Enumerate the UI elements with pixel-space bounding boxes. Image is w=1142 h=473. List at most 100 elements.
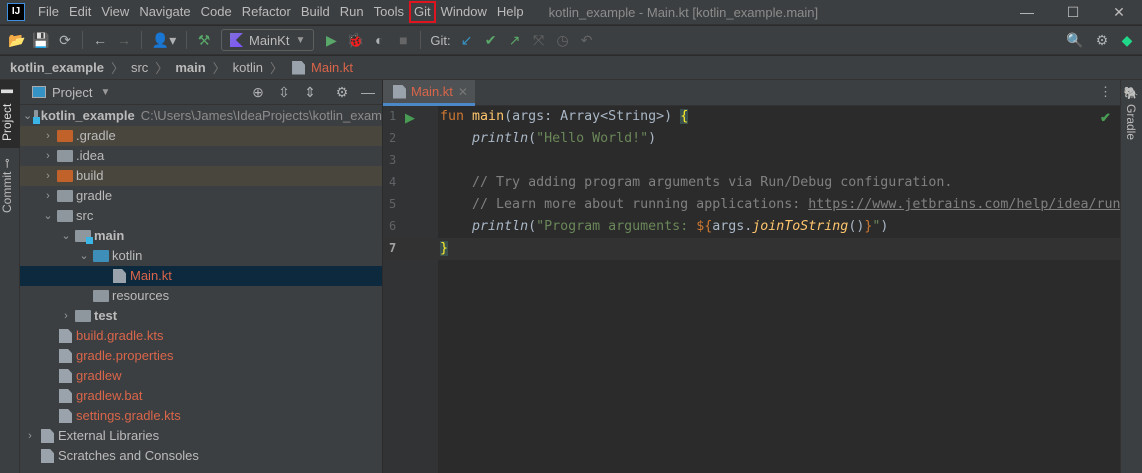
line-number: 6 — [389, 219, 397, 233]
menu-window[interactable]: Window — [436, 1, 492, 23]
menu-run[interactable]: Run — [335, 1, 369, 23]
tree-item[interactable]: resources — [20, 286, 382, 306]
menu-git[interactable]: Git — [408, 1, 436, 23]
close-button[interactable]: ✕ — [1096, 0, 1142, 25]
tree-item[interactable]: Main.kt — [20, 266, 382, 286]
code-line-6[interactable]: println("Program arguments: ${args.joinT… — [440, 216, 888, 238]
right-tool-strip: 🐘 Gradle — [1120, 80, 1142, 473]
build-hammer-icon[interactable]: ⚒ — [192, 28, 216, 52]
git-merge-icon[interactable]: ⤧ — [527, 28, 551, 52]
minimize-button[interactable]: — — [1004, 0, 1050, 25]
menu-refactor[interactable]: Refactor — [237, 1, 296, 23]
tree-item[interactable]: gradlew — [20, 366, 382, 386]
divider — [420, 31, 422, 49]
caret-row — [383, 238, 1120, 260]
tree-item[interactable]: › test — [20, 306, 382, 326]
tree-item[interactable]: gradlew.bat — [20, 386, 382, 406]
tab-commit[interactable]: Commit ⊸ — [0, 156, 20, 216]
tab-project[interactable]: Project ▬ — [0, 80, 20, 148]
locate-icon[interactable]: ⊕ — [246, 80, 270, 104]
code-line-7[interactable]: } — [440, 238, 449, 260]
code-line-2[interactable]: println("Hello World!") — [440, 128, 656, 150]
tree-item[interactable]: › External Libraries — [20, 426, 382, 446]
menu-code[interactable]: Code — [196, 1, 237, 23]
user-dropdown-icon[interactable]: 👤▾ — [147, 28, 181, 52]
divider — [186, 31, 187, 49]
more-icon[interactable]: ⋮ — [1099, 84, 1112, 100]
code-line-5[interactable]: // Learn more about running applications… — [440, 194, 1120, 216]
git-rollback-icon[interactable]: ↶ — [575, 28, 599, 52]
sync-icon[interactable]: ⟳ — [53, 28, 77, 52]
project-panel-header: Project ▼ ⊕ ⇳ ⇕ ⚙ — — [20, 80, 382, 105]
tab-gradle[interactable]: 🐘 Gradle — [1124, 86, 1138, 140]
project-panel-title[interactable]: Project — [52, 85, 92, 100]
tab-main-kt[interactable]: Main.kt ✕ — [383, 80, 475, 106]
tree-item[interactable]: › .gradle — [20, 126, 382, 146]
tree-item[interactable]: › build — [20, 166, 382, 186]
code-line-1[interactable]: fun main(args: Array<String>) { — [440, 106, 689, 128]
git-push-icon[interactable]: ↗ — [503, 28, 527, 52]
menu-build[interactable]: Build — [296, 1, 335, 23]
save-icon[interactable]: 💾 — [29, 28, 53, 52]
coverage-icon[interactable]: ◐ — [367, 28, 391, 52]
menu-view[interactable]: View — [96, 1, 134, 23]
chevron-down-icon[interactable]: ▼ — [100, 87, 110, 98]
tree-item[interactable]: › gradle — [20, 186, 382, 206]
forward-icon[interactable]: → — [112, 28, 136, 52]
file-icon — [59, 409, 72, 423]
stop-icon[interactable]: ■ — [391, 28, 415, 52]
breadcrumb-project[interactable]: kotlin_example — [10, 60, 104, 75]
menu-navigate[interactable]: Navigate — [134, 1, 195, 23]
run-icon[interactable]: ▶ — [319, 28, 343, 52]
git-history-icon[interactable]: ◷ — [551, 28, 575, 52]
tree-item[interactable]: settings.gradle.kts — [20, 406, 382, 426]
run-config-label: MainKt — [249, 32, 290, 48]
tree-item[interactable]: gradle.properties — [20, 346, 382, 366]
tree-label: Main.kt — [130, 268, 172, 283]
code-line-4[interactable]: // Try adding program arguments via Run/… — [440, 172, 952, 194]
hide-icon[interactable]: — — [356, 80, 380, 104]
menu-file[interactable]: File — [33, 1, 64, 23]
git-commit-icon[interactable]: ✔ — [479, 28, 503, 52]
gear-icon[interactable]: ⚙ — [1090, 28, 1114, 52]
tree-item[interactable]: ⌄ kotlin — [20, 246, 382, 266]
collapse-all-icon[interactable]: ⇕ — [298, 80, 322, 104]
file-icon — [59, 369, 72, 383]
breadcrumb-kotlin[interactable]: kotlin — [233, 60, 263, 75]
menu-help[interactable]: Help — [492, 1, 529, 23]
code-with-me-icon[interactable]: ◆ — [1115, 28, 1139, 52]
tree-item[interactable]: Scratches and Consoles — [20, 446, 382, 466]
folder-icon — [57, 210, 73, 222]
no-problems-check-icon: ✔ — [1100, 110, 1111, 125]
maximize-button[interactable]: ☐ — [1050, 0, 1096, 25]
git-update-icon[interactable]: ↙ — [455, 28, 479, 52]
breadcrumb-src[interactable]: src — [131, 60, 148, 75]
tree-label: gradlew — [76, 368, 122, 383]
tree-root[interactable]: ⌄ kotlin_example C:\Users\James\IdeaProj… — [20, 106, 382, 126]
module-folder-icon — [32, 110, 40, 124]
left-tool-strip: Project ▬ Commit ⊸ — [0, 80, 20, 473]
search-icon[interactable]: 🔍 — [1063, 28, 1087, 52]
file-icon — [59, 329, 72, 343]
kotlin-file-icon — [393, 84, 406, 99]
run-config-select[interactable]: MainKt ▼ — [221, 29, 315, 51]
breadcrumb-main[interactable]: main — [175, 60, 205, 75]
link[interactable]: https://www.jetbrains.com/help/idea/run — [808, 197, 1120, 212]
open-folder-icon[interactable]: 📂 — [5, 28, 29, 52]
tree-label: .idea — [76, 148, 105, 163]
tree-item[interactable]: ⌄ src — [20, 206, 382, 226]
gear-icon[interactable]: ⚙ — [330, 80, 354, 104]
breadcrumb-file[interactable]: Main.kt — [311, 60, 353, 75]
back-icon[interactable]: ← — [88, 28, 112, 52]
menu-edit[interactable]: Edit — [64, 1, 96, 23]
tree-item[interactable]: ⌄ main — [20, 226, 382, 246]
close-icon[interactable]: ✕ — [458, 85, 468, 99]
tree-item[interactable]: build.gradle.kts — [20, 326, 382, 346]
menu-tools[interactable]: Tools — [369, 1, 409, 23]
line-number: 5 — [389, 197, 397, 211]
expand-all-icon[interactable]: ⇳ — [272, 80, 296, 104]
tree-item[interactable]: › .idea — [20, 146, 382, 166]
debug-icon[interactable]: 🐞 — [343, 28, 367, 52]
tree-label: gradlew.bat — [76, 388, 143, 403]
folder-icon — [57, 190, 73, 202]
